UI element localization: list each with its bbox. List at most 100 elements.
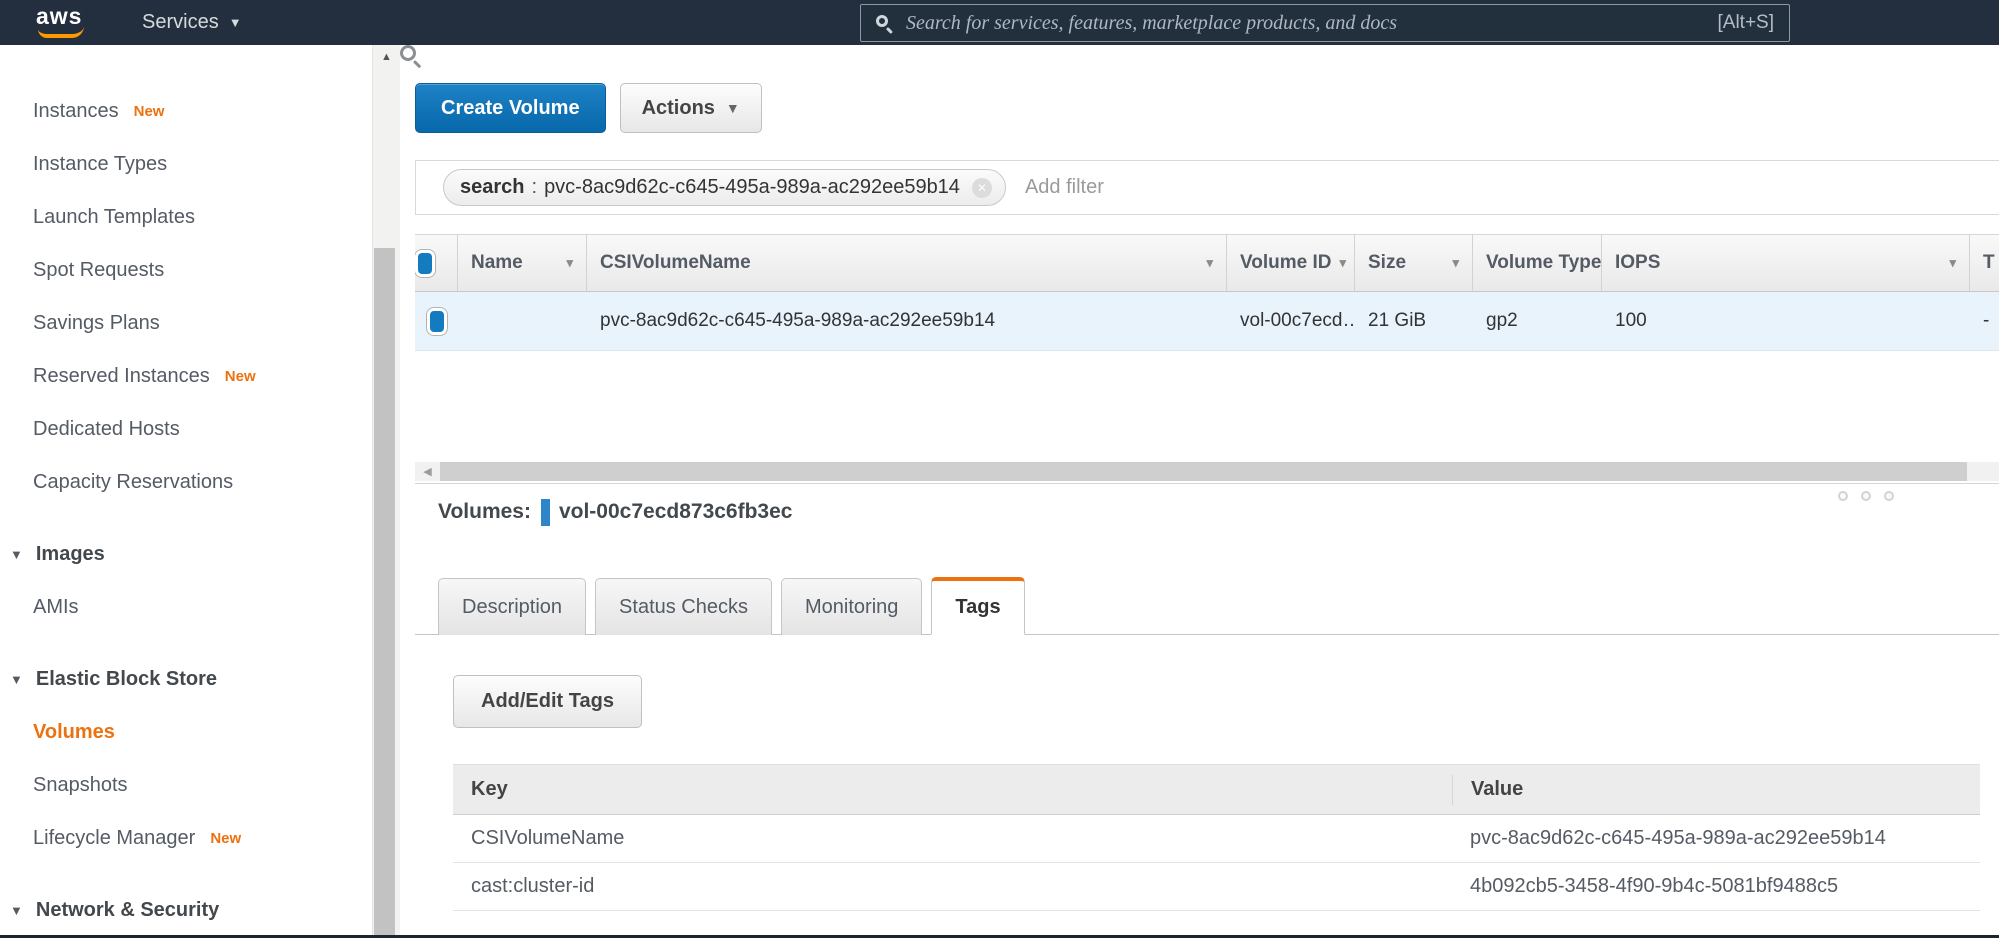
services-menu[interactable]: Services ▼ xyxy=(142,11,242,34)
aws-smile-icon xyxy=(38,26,84,38)
sidebar-item-label: Snapshots xyxy=(33,774,128,797)
cell-csivolumename: pvc-8ac9d62c-c645-495a-989a-ac292ee59b14 xyxy=(587,292,1227,350)
sidebar-item-label: Savings Plans xyxy=(33,312,160,335)
cell-name xyxy=(458,292,587,350)
column-label: IOPS xyxy=(1615,252,1660,274)
sidebar-item-label: Dedicated Hosts xyxy=(33,418,180,441)
select-all-cell xyxy=(415,235,458,291)
filter-value: pvc-8ac9d62c-c645-495a-989a-ac292ee59b14 xyxy=(544,176,960,199)
sidebar-item-instances[interactable]: Instances New xyxy=(0,85,372,138)
column-header-size[interactable]: Size ▾ xyxy=(1355,235,1473,291)
sidebar-item-capacity-reservations[interactable]: Capacity Reservations xyxy=(0,456,372,509)
tab-status-checks[interactable]: Status Checks xyxy=(595,578,772,635)
scrollbar-up-icon[interactable]: ▲ xyxy=(373,51,400,63)
sidebar-scrollbar[interactable]: ▲ xyxy=(372,45,400,935)
column-header-csivolumename[interactable]: CSIVolumeName ▾ xyxy=(587,235,1227,291)
tags-value-header: Value xyxy=(1453,778,1980,801)
ec2-console-page: aws Services ▼ [Alt+S] Instances New Ins… xyxy=(0,0,1999,938)
scrollbar-left-icon[interactable]: ◀ xyxy=(415,462,440,481)
table-row[interactable]: pvc-8ac9d62c-c645-495a-989a-ac292ee59b14… xyxy=(415,292,1999,351)
sidebar-section-network-security[interactable]: ▼ Network & Security xyxy=(0,884,372,937)
sidebar-item-dedicated-hosts[interactable]: Dedicated Hosts xyxy=(0,403,372,456)
details-heading: Volumes: vol-00c7ecd873c6fb3ec xyxy=(438,498,1999,526)
tags-tab-content: Add/Edit Tags Key Value CSIVolumeName pv… xyxy=(415,635,1999,911)
cell-volume-type: gp2 xyxy=(1473,292,1602,350)
active-filter-tag[interactable]: search : pvc-8ac9d62c-c645-495a-989a-ac2… xyxy=(443,169,1006,206)
horizontal-scrollbar-thumb[interactable] xyxy=(440,462,1967,481)
search-icon xyxy=(876,15,893,32)
section-caret-icon: ▼ xyxy=(10,903,23,918)
sidebar-item-label: Launch Templates xyxy=(33,206,195,229)
sidebar-section-label: Network & Security xyxy=(36,899,219,922)
row-select-cell xyxy=(415,292,458,350)
column-label: Name xyxy=(471,252,523,274)
sidebar-scrollbar-thumb[interactable] xyxy=(374,248,395,935)
details-tabstrip: Description Status Checks Monitoring Tag… xyxy=(415,576,1999,635)
column-label: T xyxy=(1983,252,1995,274)
sidebar-item-label: Volumes xyxy=(33,721,115,744)
sidebar-item-spot-requests[interactable]: Spot Requests xyxy=(0,244,372,297)
table-horizontal-scrollbar[interactable]: ◀ xyxy=(415,462,1999,481)
panel-resize-handle[interactable] xyxy=(1838,491,1894,501)
sidebar-section-elastic-block-store[interactable]: ▼ Elastic Block Store xyxy=(0,653,372,706)
create-volume-button[interactable]: Create Volume xyxy=(415,83,606,133)
cell-throughput: - xyxy=(1970,292,1999,350)
sidebar-section-images[interactable]: ▼ Images xyxy=(0,528,372,581)
column-label: Volume ID xyxy=(1240,252,1332,274)
tag-row: cast:cluster-id 4b092cb5-3458-4f90-9b4c-… xyxy=(453,863,1980,911)
aws-logo-text: aws xyxy=(36,6,92,26)
column-label: CSIVolumeName xyxy=(600,252,751,274)
sidebar-item-snapshots[interactable]: Snapshots xyxy=(0,759,372,812)
sort-arrow-icon: ▾ xyxy=(1949,255,1956,271)
column-header-volume-type[interactable]: Volume Type ▾ xyxy=(1473,235,1602,291)
remove-filter-icon[interactable]: ✕ xyxy=(972,178,992,198)
top-nav: aws Services ▼ [Alt+S] xyxy=(0,0,1999,45)
filter-key: search xyxy=(460,176,525,199)
chevron-down-icon: ▼ xyxy=(229,15,242,30)
sidebar-item-label: Capacity Reservations xyxy=(33,471,233,494)
sidebar-item-launch-templates[interactable]: Launch Templates xyxy=(0,191,372,244)
volumes-table-header: Name ▾ CSIVolumeName ▾ Volume ID ▾ Size … xyxy=(415,235,1999,292)
cell-size: 21 GiB xyxy=(1355,292,1473,350)
tab-description[interactable]: Description xyxy=(438,578,586,635)
tab-tags[interactable]: Tags xyxy=(931,577,1024,635)
sidebar-item-savings-plans[interactable]: Savings Plans xyxy=(0,297,372,350)
selected-volume-id: vol-00c7ecd873c6fb3ec xyxy=(559,500,793,524)
sidebar-item-label: Spot Requests xyxy=(33,259,164,282)
chevron-down-icon: ▼ xyxy=(726,100,740,116)
ec2-sidebar: Instances New Instance Types Launch Temp… xyxy=(0,45,372,935)
column-header-iops[interactable]: IOPS ▾ xyxy=(1602,235,1970,291)
select-all-checkbox[interactable] xyxy=(415,250,435,277)
column-header-throughput[interactable]: T xyxy=(1970,235,1999,291)
sidebar-item-volumes[interactable]: Volumes xyxy=(0,706,372,759)
table-empty-space xyxy=(415,351,1999,462)
tab-monitoring[interactable]: Monitoring xyxy=(781,578,922,635)
sort-arrow-icon: ▾ xyxy=(1206,255,1213,271)
new-badge: New xyxy=(210,830,241,847)
add-filter-input[interactable]: Add filter xyxy=(1025,176,1104,199)
tag-row: CSIVolumeName pvc-8ac9d62c-c645-495a-989… xyxy=(453,815,1980,863)
tag-key: CSIVolumeName xyxy=(453,827,1452,850)
filter-bar[interactable]: search : pvc-8ac9d62c-c645-495a-989a-ac2… xyxy=(415,160,1999,215)
section-caret-icon: ▼ xyxy=(10,547,23,562)
tag-value: pvc-8ac9d62c-c645-495a-989a-ac292ee59b14 xyxy=(1452,827,1980,850)
global-search-input[interactable] xyxy=(906,12,1706,35)
tag-value: 4b092cb5-3458-4f90-9b4c-5081bf9488c5 xyxy=(1452,875,1980,898)
sidebar-item-lifecycle-manager[interactable]: Lifecycle Manager New xyxy=(0,812,372,865)
aws-logo[interactable]: aws xyxy=(36,6,92,40)
sidebar-item-reserved-instances[interactable]: Reserved Instances New xyxy=(0,350,372,403)
column-header-name[interactable]: Name ▾ xyxy=(458,235,587,291)
details-heading-label: Volumes: xyxy=(438,500,531,524)
column-header-volume-id[interactable]: Volume ID ▾ xyxy=(1227,235,1355,291)
actions-button[interactable]: Actions ▼ xyxy=(620,83,762,133)
sidebar-item-instance-types[interactable]: Instance Types xyxy=(0,138,372,191)
row-checkbox[interactable] xyxy=(427,308,447,335)
add-edit-tags-button[interactable]: Add/Edit Tags xyxy=(453,675,642,728)
sort-arrow-icon: ▾ xyxy=(566,255,573,271)
sidebar-item-label: Lifecycle Manager xyxy=(33,827,195,850)
sidebar-section-label: Images xyxy=(36,543,105,566)
global-search-box[interactable]: [Alt+S] xyxy=(860,4,1790,42)
sidebar-item-amis[interactable]: AMIs xyxy=(0,581,372,634)
services-label: Services xyxy=(142,11,219,34)
new-badge: New xyxy=(134,103,165,120)
